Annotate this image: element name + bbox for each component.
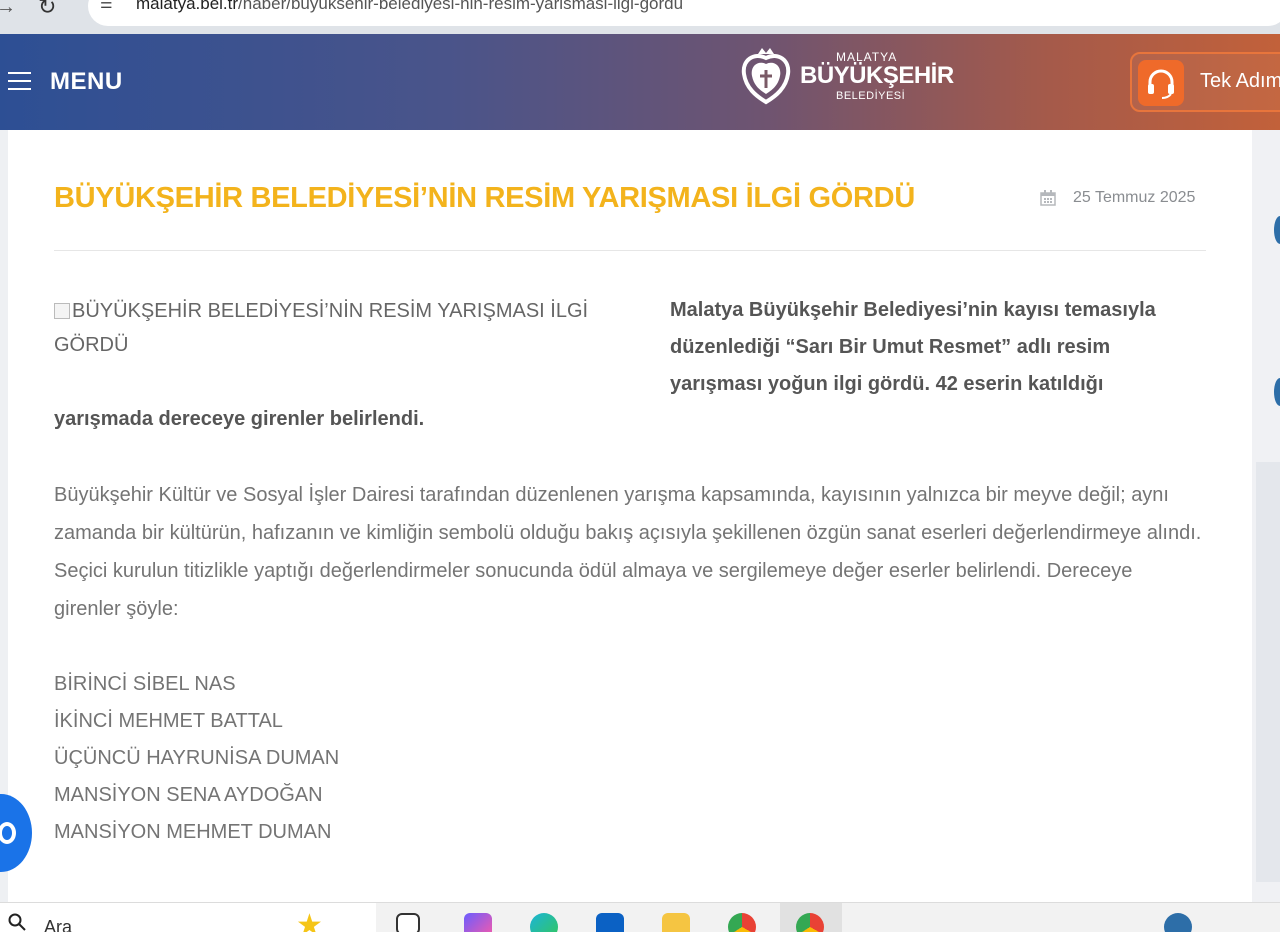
site-info-icon[interactable]: ☰: [100, 0, 113, 12]
sidebar-panel: [1256, 462, 1280, 882]
logo-line-2: BÜYÜKŞEHİR: [800, 62, 954, 89]
forward-arrow-icon[interactable]: →: [0, 0, 16, 19]
outlook-icon[interactable]: [596, 913, 624, 932]
url-domain: malatya.bel.tr: [136, 0, 239, 13]
list-item: İKİNCİ MEHMET BATTAL: [54, 710, 283, 732]
calendar-icon: [1040, 190, 1056, 206]
widget-star-icon[interactable]: ★: [296, 911, 323, 932]
hamburger-menu-icon[interactable]: [8, 72, 31, 90]
search-placeholder: Ara: [44, 917, 73, 932]
list-item: MANSİYON SENA AYDOĞAN: [54, 784, 323, 806]
article-lead-continued: yarışmada dereceye girenler belirlendi.: [54, 408, 425, 430]
article-date-text: 25 Temmuz 2025: [1073, 189, 1196, 206]
title-divider: [54, 250, 1206, 251]
chat-icon: [0, 822, 16, 844]
site-header: MENU MALATYA BÜYÜKŞEHİR BELEDİYESİ Tek A…: [0, 34, 1280, 130]
list-item: BİRİNCİ SİBEL NAS: [54, 673, 236, 695]
article-lead: Malatya Büyükşehir Belediyesi’nin kayısı…: [670, 299, 1156, 395]
help-icon[interactable]: [1164, 913, 1192, 932]
logo-line-3: BELEDİYESİ: [836, 90, 906, 102]
winners-list: BİRİNCİ SİBEL NAS İKİNCİ MEHMET BATTAL Ü…: [54, 666, 339, 851]
headset-icon: [1138, 60, 1184, 106]
browser-toolbar: → ↻ ☰ malatya.bel.tr/haber/buyuksehir-be…: [0, 0, 1280, 34]
sidebar-dot-icon: [1274, 216, 1280, 244]
image-alt-text: BÜYÜKŞEHİR BELEDİYESİ’NİN RESİM YARIŞMAS…: [54, 300, 589, 356]
article-image-broken: BÜYÜKŞEHİR BELEDİYESİ’NİN RESİM YARIŞMAS…: [54, 294, 614, 362]
edge-icon[interactable]: [530, 913, 558, 932]
taskbar: Ara ★: [0, 902, 1280, 932]
menu-button[interactable]: MENU: [50, 68, 123, 96]
file-explorer-icon[interactable]: [662, 913, 690, 932]
list-item: MANSİYON MEHMET DUMAN: [54, 821, 332, 843]
article-date: 25 Temmuz 2025: [1040, 189, 1195, 207]
list-item: ÜÇÜNCÜ HAYRUNİSA DUMAN: [54, 747, 340, 769]
tek-adim-button[interactable]: Tek Adım: [1130, 52, 1280, 112]
reload-icon[interactable]: ↻: [38, 0, 56, 20]
search-icon: [8, 913, 26, 931]
tek-adim-label: Tek Adım: [1200, 70, 1280, 92]
sidebar-dot-icon: [1274, 378, 1280, 406]
url-path: /haber/buyuksehir-belediyesi-nin-resim-y…: [238, 0, 684, 13]
article-title: BÜYÜKŞEHİR BELEDİYESİ’NİN RESİM YARIŞMAS…: [54, 182, 915, 214]
task-view-icon[interactable]: [396, 913, 420, 932]
address-bar-url[interactable]: malatya.bel.tr/haber/buyuksehir-belediye…: [136, 0, 683, 14]
broken-image-icon: [54, 303, 70, 319]
copilot-icon[interactable]: [464, 913, 492, 932]
taskbar-search[interactable]: Ara ★: [0, 903, 376, 932]
municipality-emblem-icon: [741, 48, 791, 105]
site-logo[interactable]: MALATYA BÜYÜKŞEHİR BELEDİYESİ: [736, 48, 954, 108]
chrome-icon[interactable]: [728, 913, 756, 932]
article-paragraph: Büyükşehir Kültür ve Sosyal İşler Daires…: [54, 484, 1202, 620]
article-card: BÜYÜKŞEHİR BELEDİYESİ’NİN RESİM YARIŞMAS…: [8, 130, 1252, 910]
